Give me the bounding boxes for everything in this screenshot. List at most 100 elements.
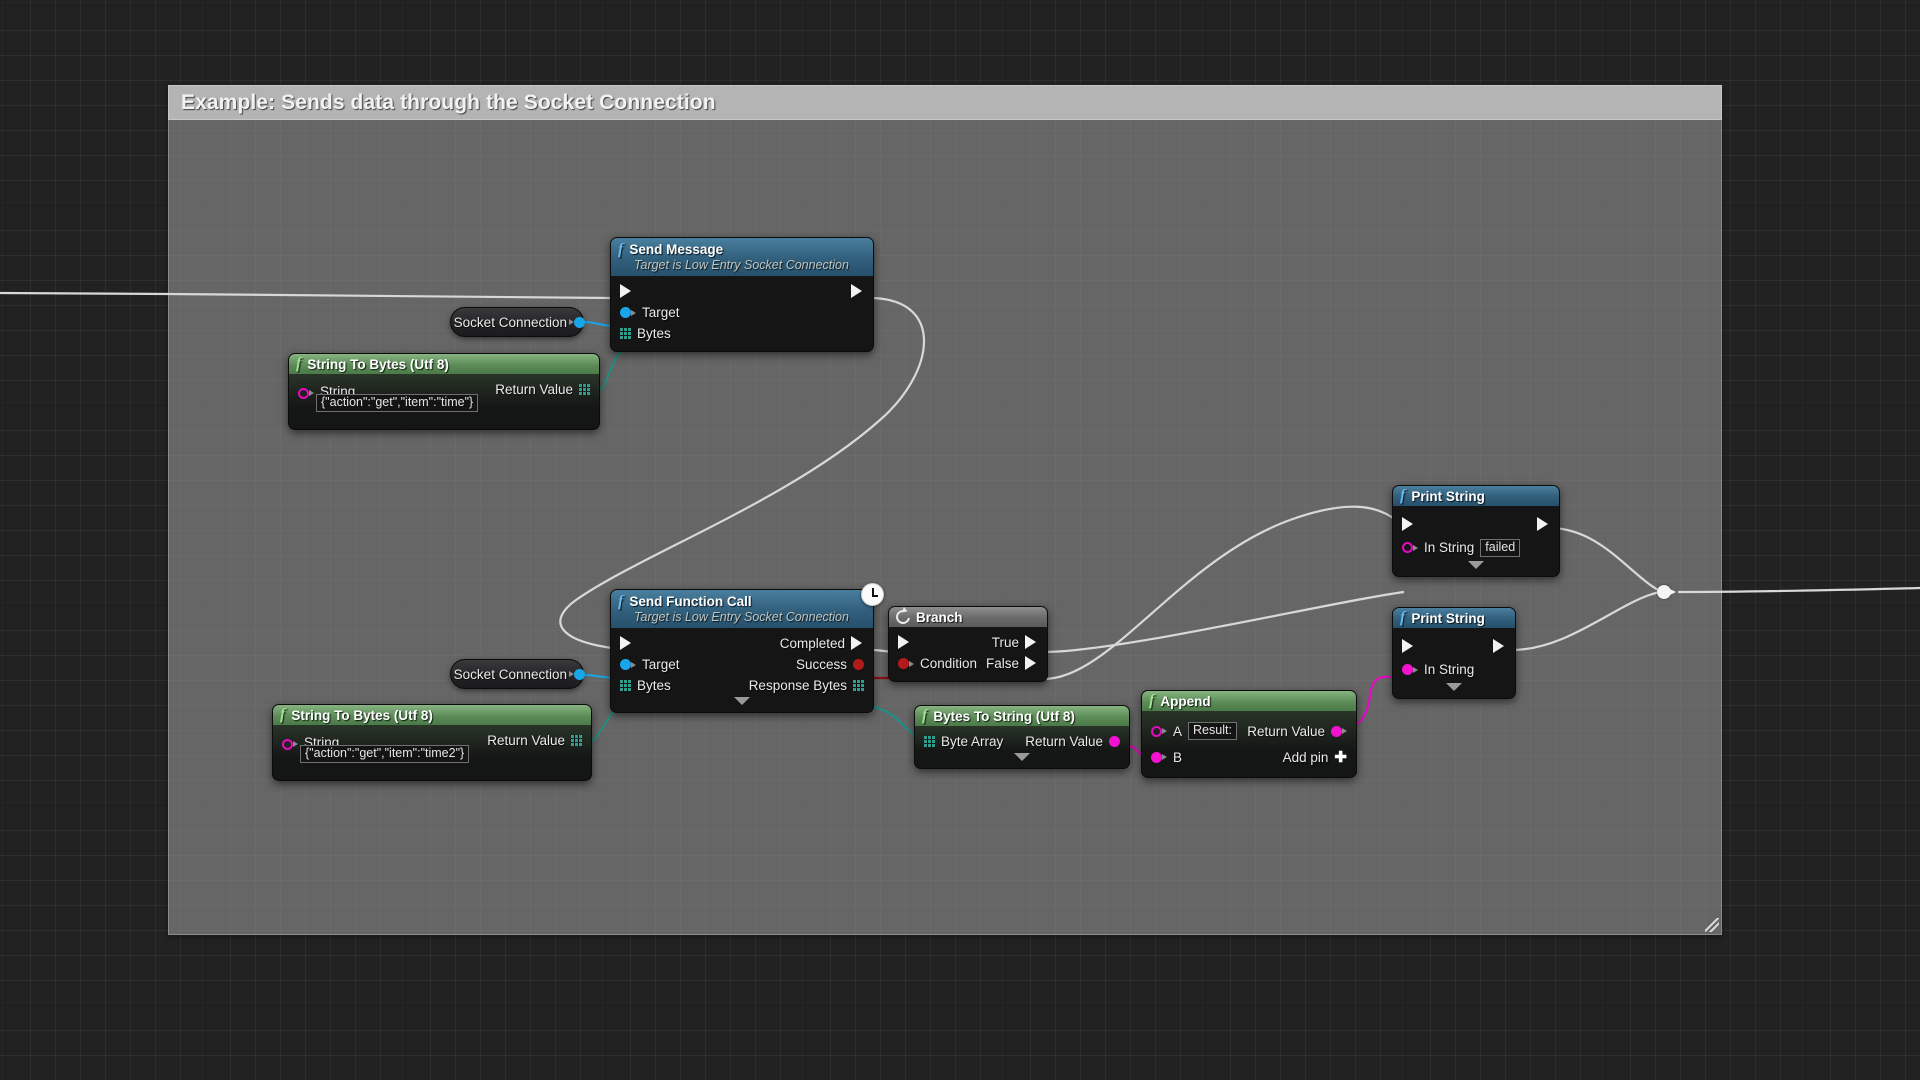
row-b-addpin: B Add pin ✚ (1142, 744, 1356, 770)
node-bytes-to-string[interactable]: f Bytes To String (Utf 8) Byte Array Ret… (914, 705, 1130, 769)
row-in-string: In String failed (1393, 535, 1559, 560)
target-label: Target (642, 657, 680, 672)
node-send-function-call[interactable]: f Send Function Call Target is Low Entry… (610, 589, 874, 713)
false-exec-pin[interactable] (1025, 656, 1038, 671)
socket-connection-2-label: Socket Connection (453, 666, 567, 682)
node-collapse-arrow[interactable] (1468, 561, 1484, 569)
node-send-function-call-header: f Send Function Call Target is Low Entry… (611, 590, 873, 628)
row-exec (1393, 514, 1559, 535)
in-string-pin[interactable] (1402, 664, 1418, 675)
target-pin[interactable] (620, 659, 636, 670)
row-target: Target (611, 302, 873, 323)
return-value-label: Return Value (1025, 734, 1103, 749)
node-string-to-bytes-2[interactable]: f String To Bytes (Utf 8) String Return … (272, 704, 592, 781)
condition-pin[interactable] (898, 658, 914, 669)
true-exec-pin[interactable] (1025, 635, 1038, 650)
node-bytes-to-string-body: Byte Array Return Value (915, 726, 1129, 768)
node-append-title: Append (1160, 693, 1211, 709)
node-collapse-arrow[interactable] (1446, 683, 1462, 691)
byte-array-pin[interactable] (924, 736, 935, 747)
latent-clock-icon (861, 583, 884, 606)
string-in-pin[interactable] (298, 387, 314, 399)
exec-in-pin[interactable] (620, 284, 633, 299)
blueprint-canvas[interactable]: Example: Sends data through the Socket C… (0, 0, 1920, 1080)
row-bytearray-return: Byte Array Return Value (915, 731, 1129, 752)
reroute-knot-node[interactable] (1657, 585, 1676, 599)
node-append-header: f Append (1142, 691, 1356, 711)
exec-in-pin[interactable] (1402, 639, 1415, 654)
success-bool-pin[interactable] (853, 659, 864, 670)
row-bytes: Bytes (611, 323, 873, 344)
node-send-message-header: f Send Message Target is Low Entry Socke… (611, 238, 873, 276)
node-string-to-bytes-1-header: f String To Bytes (Utf 8) (289, 354, 599, 374)
false-label: False (985, 656, 1019, 671)
node-print-string-1[interactable]: f Print String In String failed (1392, 485, 1560, 577)
node-send-message-title: Send Message (629, 242, 724, 257)
node-string-to-bytes-1-title: String To Bytes (Utf 8) (307, 356, 449, 372)
return-value-pin[interactable] (579, 384, 590, 395)
node-print-string-1-header: f Print String (1393, 486, 1559, 506)
row-exec (611, 281, 873, 302)
function-icon: f (618, 240, 624, 258)
row-in-string: In String (1393, 657, 1515, 682)
row-exec-completed: Completed (611, 633, 873, 654)
completed-exec-pin[interactable] (851, 636, 864, 651)
pure-function-icon: f (922, 707, 928, 724)
add-pin-plus-icon[interactable]: ✚ (1334, 750, 1347, 765)
variable-socket-connection-1[interactable]: Socket Connection (450, 307, 585, 337)
byte-array-label: Byte Array (941, 734, 1004, 749)
node-print-string-2-body: In String (1393, 628, 1515, 698)
exec-out-pin[interactable] (1537, 517, 1550, 532)
return-value-string-pin[interactable] (1109, 736, 1120, 747)
node-collapse-arrow[interactable] (734, 697, 750, 705)
return-value-label: Return Value (487, 733, 565, 748)
node-string-to-bytes-1[interactable]: f String To Bytes (Utf 8) String Return … (288, 353, 600, 430)
in-string-pin[interactable] (1402, 542, 1418, 553)
node-string-to-bytes-2-body: String Return Value {"action":"get","ite… (273, 725, 591, 780)
node-append[interactable]: f Append A Result: Return Value B Add pi… (1141, 690, 1357, 778)
pure-function-icon: f (280, 706, 286, 723)
row-exec-true: True (889, 632, 1047, 653)
node-send-function-call-title: Send Function Call (629, 594, 752, 609)
in-string-value-field[interactable]: failed (1480, 538, 1521, 557)
node-collapse-arrow[interactable] (1014, 753, 1030, 761)
response-bytes-label: Response Bytes (748, 678, 847, 693)
row-condition-false: Condition False (889, 653, 1047, 674)
string-value-field[interactable]: {"action":"get","item":"time2"} (300, 745, 470, 763)
pure-function-icon: f (296, 355, 302, 372)
bytes-label: Bytes (637, 678, 671, 693)
node-print-string-2[interactable]: f Print String In String (1392, 607, 1516, 699)
comment-resize-handle[interactable] (1705, 918, 1719, 932)
response-bytes-pin[interactable] (853, 680, 864, 691)
condition-label: Condition (920, 656, 978, 671)
exec-out-pin[interactable] (1493, 639, 1506, 654)
return-value-pin[interactable] (571, 735, 582, 746)
string-value-field[interactable]: {"action":"get","item":"time"} (316, 394, 479, 412)
completed-label: Completed (779, 636, 845, 651)
exec-out-pin[interactable] (851, 284, 864, 299)
branch-icon (893, 607, 913, 627)
node-branch[interactable]: Branch True Condition False (888, 606, 1048, 682)
exec-in-pin[interactable] (1402, 517, 1415, 532)
socket-connection-1-label: Socket Connection (453, 314, 567, 330)
node-send-message-subtitle: Target is Low Entry Socket Connection (634, 258, 849, 272)
variable-socket-connection-2[interactable]: Socket Connection (450, 659, 585, 689)
row-a-return: A Result: Return Value (1142, 718, 1356, 744)
bytes-array-pin[interactable] (620, 328, 631, 339)
bytes-array-pin[interactable] (620, 680, 631, 691)
comment-title-bar[interactable]: Example: Sends data through the Socket C… (168, 85, 1722, 120)
node-append-body: A Result: Return Value B Add pin ✚ (1142, 711, 1356, 777)
success-label: Success (795, 657, 847, 672)
exec-in-pin[interactable] (620, 636, 633, 651)
node-string-to-bytes-2-title: String To Bytes (Utf 8) (291, 707, 433, 723)
append-b-pin[interactable] (1151, 751, 1167, 763)
return-value-label: Return Value (1247, 723, 1325, 739)
exec-in-pin[interactable] (898, 635, 911, 650)
append-a-value-field[interactable]: Result: (1188, 722, 1237, 740)
node-send-message[interactable]: f Send Message Target is Low Entry Socke… (610, 237, 874, 352)
target-pin[interactable] (620, 307, 636, 318)
string-in-pin[interactable] (282, 738, 298, 750)
node-send-function-call-body: Completed Target Success Bytes Response … (611, 628, 873, 712)
append-a-pin[interactable] (1151, 725, 1167, 737)
return-value-string-pin[interactable] (1331, 725, 1347, 737)
